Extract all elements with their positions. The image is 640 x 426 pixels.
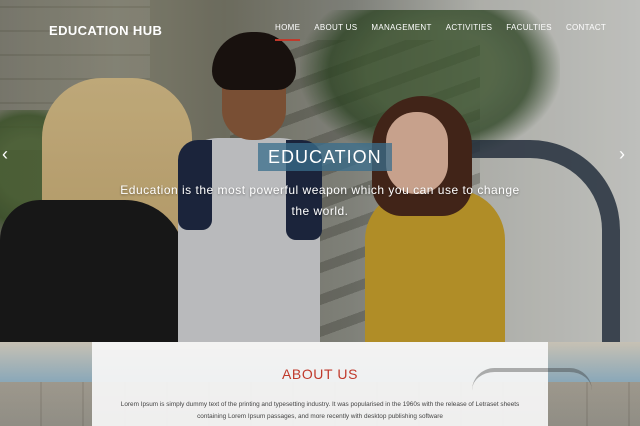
- hero-overlay: [0, 0, 640, 342]
- chevron-right-icon[interactable]: ›: [619, 144, 625, 165]
- about-text: Lorem Ipsum is simply dummy text of the …: [120, 401, 520, 420]
- nav-item-faculties[interactable]: FACULTIES: [499, 23, 559, 38]
- about-title: ABOUT US: [281, 366, 359, 382]
- main-nav: HOME ABOUT US MANAGEMENT ACTIVITIES FACU…: [268, 23, 613, 41]
- site-logo[interactable]: EDUCATION HUB: [49, 23, 162, 38]
- nav-item-management[interactable]: MANAGEMENT: [364, 23, 438, 38]
- hero-slider: [0, 0, 640, 342]
- nav-item-about-us[interactable]: ABOUT US: [307, 23, 364, 38]
- slide-tagline: Education is the most powerful weapon wh…: [120, 183, 520, 218]
- chevron-left-icon[interactable]: ‹: [2, 144, 8, 165]
- nav-item-home[interactable]: HOME: [268, 23, 307, 41]
- about-section: ABOUT US Lorem Ipsum is simply dummy tex…: [92, 342, 592, 426]
- nav-item-activities[interactable]: ACTIVITIES: [439, 23, 500, 38]
- slide-title-badge: EDUCATION: [258, 143, 392, 171]
- nav-item-contact[interactable]: CONTACT: [559, 23, 613, 38]
